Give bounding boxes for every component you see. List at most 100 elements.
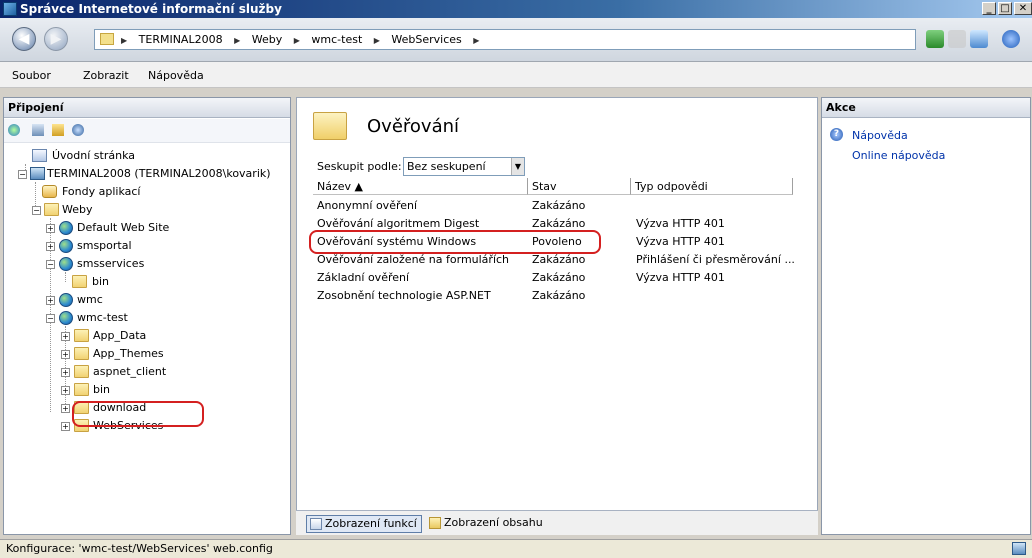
tree-item-label: App_Data [93, 329, 147, 342]
tree-item-label: wmc-test [77, 311, 128, 324]
connections-panel: Připojení Úvodní stránka − TERMINAL2008 … [3, 97, 291, 535]
globe-icon [59, 293, 73, 307]
sites-folder-icon [44, 203, 59, 216]
save-icon[interactable] [32, 124, 44, 136]
column-header-name[interactable]: Název ▲ [313, 178, 528, 195]
back-arrow-icon: ◀ [18, 31, 30, 47]
features-view-button[interactable]: Zobrazení funkcí [306, 515, 422, 533]
expand-icon[interactable]: + [46, 296, 55, 305]
collapse-icon[interactable]: − [46, 260, 55, 269]
groupby-value: Bez seskupení [407, 160, 486, 173]
groupby-select[interactable]: Bez seskupení ▼ [403, 157, 525, 176]
features-view-icon [310, 518, 322, 530]
minimize-button[interactable]: _ [982, 2, 996, 15]
row-response: Výzva HTTP 401 [636, 235, 725, 248]
help-link[interactable]: Nápověda [852, 129, 908, 142]
back-button[interactable]: ◀ [12, 27, 36, 51]
row-state: Zakázáno [532, 289, 586, 302]
folder-icon [74, 329, 89, 342]
features-panel: Ověřování Seskupit podle: Bez seskupení … [296, 97, 818, 535]
globe-icon [59, 257, 73, 271]
authentication-folder-icon [313, 112, 347, 140]
status-text: Konfigurace: 'wmc-test/WebServices' web.… [6, 542, 273, 555]
folder-icon [74, 383, 89, 396]
up-folder-icon[interactable] [52, 124, 64, 136]
tree-item-label: Weby [62, 203, 93, 216]
forward-button[interactable]: ▶ [44, 27, 68, 51]
online-help-link[interactable]: Online nápověda [852, 149, 945, 162]
connect-icon[interactable] [8, 124, 20, 136]
home-icon[interactable] [970, 30, 988, 48]
crumb-terminal2008[interactable]: TERMINAL2008 [139, 33, 223, 46]
tree-item-label: bin [92, 275, 110, 288]
app-pool-icon [42, 185, 57, 198]
expand-icon[interactable]: + [46, 224, 55, 233]
globe-icon [59, 311, 73, 325]
crumb-webservices[interactable]: WebServices [391, 33, 461, 46]
breadcrumb: ▶ TERMINAL2008 ▶ Weby ▶ wmc-test ▶ WebSe… [121, 33, 487, 48]
menu-napoveda[interactable]: Nápověda [148, 69, 204, 82]
crumb-wmc-test[interactable]: wmc-test [311, 33, 362, 46]
row-response: Přihlášení či přesměrování ... [636, 253, 795, 266]
page-title: Ověřování [367, 116, 460, 137]
tree-item-label: aspnet_client [93, 365, 167, 378]
row-state: Zakázáno [532, 199, 586, 212]
forward-arrow-icon: ▶ [50, 31, 62, 47]
tree-item-label: App_Themes [93, 347, 164, 360]
chevron-right-icon: ▶ [293, 36, 300, 45]
expand-icon[interactable]: + [61, 332, 70, 341]
chevron-down-icon[interactable]: ▼ [511, 158, 524, 175]
connections-header: Připojení [4, 98, 290, 118]
network-icon [1012, 542, 1026, 555]
menu-zobrazit[interactable]: Zobrazit [83, 69, 129, 82]
tree-item-label: Úvodní stránka [52, 149, 135, 162]
help-icon[interactable] [1002, 30, 1020, 48]
expand-icon[interactable]: + [61, 350, 70, 359]
tree-item-label: smsservices [77, 257, 145, 270]
groupby-label: Seskupit podle: [317, 160, 402, 173]
highlight-annotation [309, 230, 601, 254]
tree-item-label: TERMINAL2008 (TERMINAL2008\kovarik) [47, 167, 271, 180]
close-button[interactable]: ✕ [1014, 2, 1032, 15]
disconnect-icon[interactable] [72, 124, 84, 136]
expand-icon[interactable]: + [61, 368, 70, 377]
stop-icon[interactable] [948, 30, 966, 48]
row-name[interactable]: Zosobnění technologie ASP.NET [317, 287, 491, 305]
tree-item-label: smsportal [77, 239, 132, 252]
chevron-right-icon: ▶ [473, 36, 480, 45]
features-view-label: Zobrazení funkcí [325, 517, 417, 530]
highlight-annotation [72, 401, 204, 427]
collapse-icon[interactable]: − [46, 314, 55, 323]
tree-item-label: wmc [77, 293, 103, 306]
address-breadcrumb[interactable]: ▶ TERMINAL2008 ▶ Weby ▶ wmc-test ▶ WebSe… [94, 29, 916, 50]
content-view-button[interactable]: Zobrazení obsahu [426, 515, 547, 533]
row-name[interactable]: Anonymní ověření [317, 197, 417, 215]
expand-icon[interactable]: + [46, 242, 55, 251]
tree-item-label: bin [93, 383, 111, 396]
menu-soubor[interactable]: Soubor [12, 69, 51, 82]
column-header-state[interactable]: Stav [528, 178, 631, 195]
folder-icon [74, 347, 89, 360]
refresh-icon[interactable] [926, 30, 944, 48]
chevron-right-icon: ▶ [373, 36, 380, 45]
content-view-label: Zobrazení obsahu [444, 516, 543, 529]
chevron-right-icon: ▶ [234, 36, 241, 45]
view-switcher: Zobrazení funkcí Zobrazení obsahu [296, 510, 818, 535]
folder-icon [74, 365, 89, 378]
expand-icon[interactable]: + [61, 422, 70, 431]
column-header-response[interactable]: Typ odpovědi [631, 178, 793, 195]
folder-icon [100, 33, 114, 45]
iis-app-icon [3, 2, 17, 16]
folder-icon [72, 275, 87, 288]
expand-icon[interactable]: + [61, 404, 70, 413]
collapse-icon[interactable]: − [18, 170, 27, 179]
maximize-button[interactable]: □ [998, 2, 1012, 15]
status-bar: Konfigurace: 'wmc-test/WebServices' web.… [0, 539, 1032, 558]
row-response: Výzva HTTP 401 [636, 271, 725, 284]
row-name[interactable]: Základní ověření [317, 269, 409, 287]
collapse-icon[interactable]: − [32, 206, 41, 215]
help-icon: ? [830, 128, 843, 141]
expand-icon[interactable]: + [61, 386, 70, 395]
crumb-weby[interactable]: Weby [252, 33, 283, 46]
actions-panel: Akce ? Nápověda Online nápověda [821, 97, 1031, 535]
